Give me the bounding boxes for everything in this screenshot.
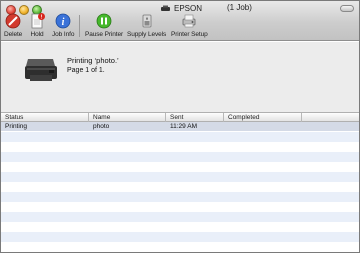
cell-name: photo: [93, 123, 110, 130]
job-status-text: Printing ‘photo.’: [67, 56, 119, 65]
print-queue-window: EPSON (1 Job) Delete ! Hold i Job Info P…: [0, 0, 360, 253]
supply-levels-button[interactable]: Supply Levels: [127, 13, 166, 38]
window-title: EPSON: [173, 4, 202, 13]
info-icon: i: [55, 13, 71, 29]
printer-setup-label: Printer Setup: [171, 31, 208, 38]
job-status-panel: Printing ‘photo.’ Page 1 of 1.: [1, 42, 359, 112]
column-header-sent[interactable]: Sent: [166, 113, 224, 122]
column-header-name[interactable]: Name: [89, 113, 166, 122]
page-progress-text: Page 1 of 1.: [67, 67, 105, 74]
column-header-status[interactable]: Status: [1, 113, 89, 122]
pause-icon: [96, 13, 112, 29]
pause-printer-button[interactable]: Pause Printer: [85, 13, 123, 38]
delete-button[interactable]: Delete: [4, 13, 22, 38]
table-row[interactable]: Printing photo 11:29 AM: [1, 122, 359, 131]
printer-icon: [25, 59, 57, 81]
cell-sent: 11:29 AM: [170, 123, 197, 130]
hold-button[interactable]: ! Hold: [29, 13, 45, 38]
job-table: Status Name Sent Completed Printing phot…: [1, 112, 359, 252]
column-header-completed[interactable]: Completed: [224, 113, 302, 122]
column-header-empty: [302, 113, 359, 122]
delete-icon: [5, 13, 21, 29]
ink-cartridge-icon: [142, 14, 151, 28]
toolbar: EPSON (1 Job) Delete ! Hold i Job Info P…: [1, 1, 359, 41]
toolbar-separator: [79, 15, 80, 37]
cell-status: Printing: [5, 123, 28, 130]
hold-badge: !: [41, 15, 43, 21]
toolbar-toggle-button[interactable]: [340, 5, 354, 12]
job-count: (1 Job): [227, 3, 252, 12]
table-body: Printing photo 11:29 AM: [1, 122, 359, 252]
cell-completed: [224, 122, 302, 131]
pause-printer-label: Pause Printer: [85, 31, 124, 38]
svg-text:i: i: [62, 17, 65, 28]
table-header: Status Name Sent Completed: [1, 112, 359, 122]
printer-icon: [160, 5, 170, 11]
job-info-button[interactable]: i Job Info: [52, 13, 74, 38]
hold-label: Hold: [30, 31, 44, 38]
job-info-label: Job Info: [52, 31, 75, 38]
document-icon: !: [31, 13, 45, 29]
printer-setup-icon: [182, 14, 196, 28]
supply-levels-label: Supply Levels: [127, 31, 167, 38]
printer-setup-button[interactable]: Printer Setup: [171, 13, 208, 38]
delete-label: Delete: [4, 31, 23, 38]
